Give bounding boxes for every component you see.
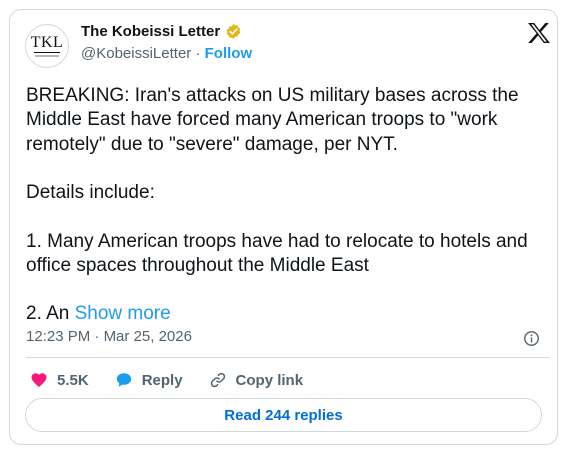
author-handle-row: @KobeissiLetter · Follow <box>81 45 252 62</box>
avatar-logo-text: TKL <box>30 34 64 51</box>
author-handle[interactable]: @KobeissiLetter <box>81 45 191 62</box>
link-icon <box>210 372 225 388</box>
tweet-paragraph: 1. Many American troops have had to relo… <box>26 230 528 277</box>
tweet-paragraph-truncated: 2. An Show more <box>26 302 541 326</box>
info-icon[interactable] <box>523 330 540 347</box>
tweet-timestamp[interactable]: 12:23 PM · Mar 25, 2026 <box>26 328 192 345</box>
tweet-text: BREAKING: Iran's attacks on US military … <box>26 84 541 327</box>
read-replies-label: Read 244 replies <box>224 406 343 424</box>
tweet-paragraph-start: 2. An <box>26 303 75 325</box>
read-replies-button[interactable]: Read 244 replies <box>25 398 542 432</box>
avatar[interactable]: TKL <box>25 24 69 68</box>
avatar-rule <box>34 52 60 53</box>
tweet-actions: 5.5K Reply Copy link <box>30 371 329 389</box>
author-name[interactable]: The Kobeissi Letter <box>81 23 220 40</box>
like-button[interactable]: 5.5K <box>30 371 89 389</box>
tweet-paragraph: BREAKING: Iran's attacks on US military … <box>26 85 519 155</box>
heart-icon <box>31 373 47 388</box>
reply-button[interactable]: Reply <box>115 371 183 389</box>
copy-link-label: Copy link <box>235 371 304 389</box>
verified-badge-icon <box>226 24 241 39</box>
show-more-link[interactable]: Show more <box>75 303 171 324</box>
follow-button[interactable]: Follow <box>205 45 253 62</box>
author-name-row: The Kobeissi Letter <box>81 23 242 40</box>
x-logo-icon[interactable] <box>527 22 551 44</box>
like-count: 5.5K <box>57 371 89 389</box>
reply-label: Reply <box>141 371 183 389</box>
reply-bubble-icon <box>116 373 131 387</box>
tweet-time: 12:23 PM <box>26 328 91 345</box>
handle-separator: · <box>195 45 201 62</box>
avatar-subline <box>35 55 59 57</box>
tweet-date: Mar 25, 2026 <box>103 328 192 345</box>
copy-link-button[interactable]: Copy link <box>209 371 304 389</box>
tweet-paragraph: Details include: <box>26 182 155 204</box>
divider <box>26 357 549 358</box>
timestamp-separator: · <box>94 328 100 345</box>
